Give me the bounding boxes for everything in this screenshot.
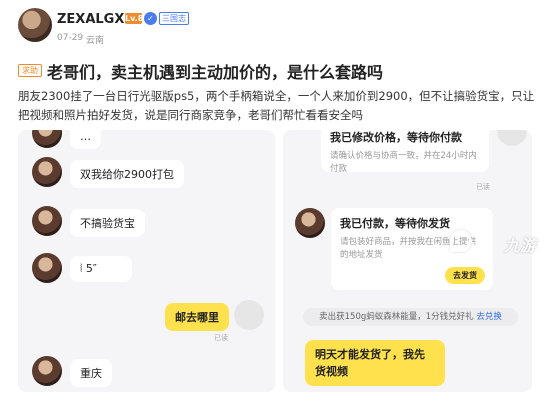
read-status: 已读 xyxy=(476,183,490,191)
device-badge: 三国志 xyxy=(159,12,189,25)
read-status: 已读 xyxy=(214,334,228,342)
payment-card[interactable]: 我已付款，等待你发货 请包装好商品，并按我在闲鱼上提供的地址发货 去发货 xyxy=(331,208,493,290)
system-notice-text: 卖出获150g蚂蚁森林能量，1分钱兑好礼 xyxy=(319,312,474,322)
post-title: 老哥们，卖主机遇到主动加价的，是什么套路吗 xyxy=(47,63,384,82)
chat-message: 重庆 xyxy=(70,359,112,387)
buyer-avatar xyxy=(32,356,62,386)
voice-duration: 5″ xyxy=(85,262,97,275)
ship-button[interactable]: 去发货 xyxy=(445,267,485,284)
post-header: ZEXALGX27 Lv.8 ✓ 三国志 07-29 云南 xyxy=(0,0,550,52)
seller-avatar xyxy=(497,130,527,146)
post-description: 朋友2300挂了一台日行光驱版ps5，两个手柄箱说全，一个人来加价到2900，但… xyxy=(18,89,535,122)
card-body: 请确认价格与协商一致，并在24小时内付款 xyxy=(330,151,477,174)
voice-message[interactable]: ⦚ 5″ xyxy=(70,256,132,282)
message-line: 货视频 xyxy=(315,365,348,378)
buyer-avatar xyxy=(32,130,62,148)
level-badge: Lv.8 xyxy=(125,13,144,24)
chat-screenshot-left: … 双我给你2900打包 不搞验货宝 ⦚ 5″ 邮去哪里 已读 重庆 xyxy=(18,130,275,392)
chat-message: 双我给你2900打包 xyxy=(70,160,184,188)
chat-screenshot-right: 我已修改价格，等待你付款 请确认价格与协商一致，并在24小时内付款 已读 我已付… xyxy=(283,130,532,392)
price-change-card[interactable]: 我已修改价格，等待你付款 请确认价格与协商一致，并在24小时内付款 xyxy=(321,130,489,174)
voice-icon: ⦚ xyxy=(80,262,83,275)
buyer-avatar xyxy=(295,208,325,238)
chat-message-self: 明天才能发货了，我先 货视频 xyxy=(305,340,445,386)
buyer-avatar xyxy=(32,206,62,236)
chat-message-partial: … xyxy=(70,130,101,149)
chat-message: 不搞验货宝 xyxy=(70,209,145,237)
message-line: 明天才能发货了，我先 xyxy=(315,348,425,361)
buyer-avatar xyxy=(32,253,62,283)
card-title: 我已修改价格，等待你付款 xyxy=(330,131,462,144)
post-location: 云南 xyxy=(86,36,105,46)
seller-avatar xyxy=(234,300,264,330)
verified-icon: ✓ xyxy=(144,12,157,25)
redeem-link[interactable]: 去兑换 xyxy=(476,312,502,322)
post-date: 07-29 xyxy=(57,33,84,43)
buyer-avatar xyxy=(32,157,62,187)
chat-message-self: 邮去哪里 xyxy=(165,303,229,331)
system-notice: 卖出获150g蚂蚁森林能量，1分钱兑好礼 去兑换 xyxy=(303,308,518,326)
user-avatar[interactable] xyxy=(18,8,52,42)
watermark-logo-icon xyxy=(450,230,472,252)
help-tag: 求助 xyxy=(18,64,42,77)
card-title: 我已付款，等待你发货 xyxy=(340,217,450,230)
watermark-text: 九游 xyxy=(503,236,536,255)
